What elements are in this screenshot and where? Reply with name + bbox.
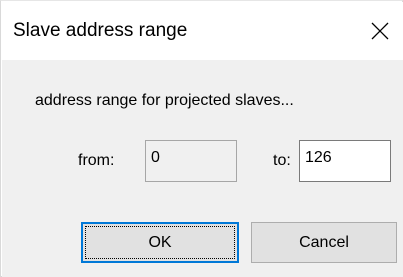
close-button[interactable] xyxy=(357,2,403,60)
to-field[interactable]: 126 xyxy=(299,140,391,182)
from-label: from: xyxy=(78,152,115,169)
ok-button[interactable]: OK xyxy=(81,222,239,263)
dialog-body: address range for projected slaves... fr… xyxy=(2,60,403,277)
prompt-text: address range for projected slaves... xyxy=(35,92,294,109)
cancel-button[interactable]: Cancel xyxy=(251,222,397,263)
to-label: to: xyxy=(273,152,291,169)
cancel-button-label: Cancel xyxy=(299,233,349,251)
ok-button-label: OK xyxy=(148,233,172,251)
from-field[interactable]: 0 xyxy=(145,140,237,182)
title-bar: Slave address range xyxy=(2,2,403,60)
close-icon xyxy=(371,22,389,40)
dialog-window: Slave address range address range for pr… xyxy=(0,0,403,277)
dialog-title: Slave address range xyxy=(13,20,188,41)
